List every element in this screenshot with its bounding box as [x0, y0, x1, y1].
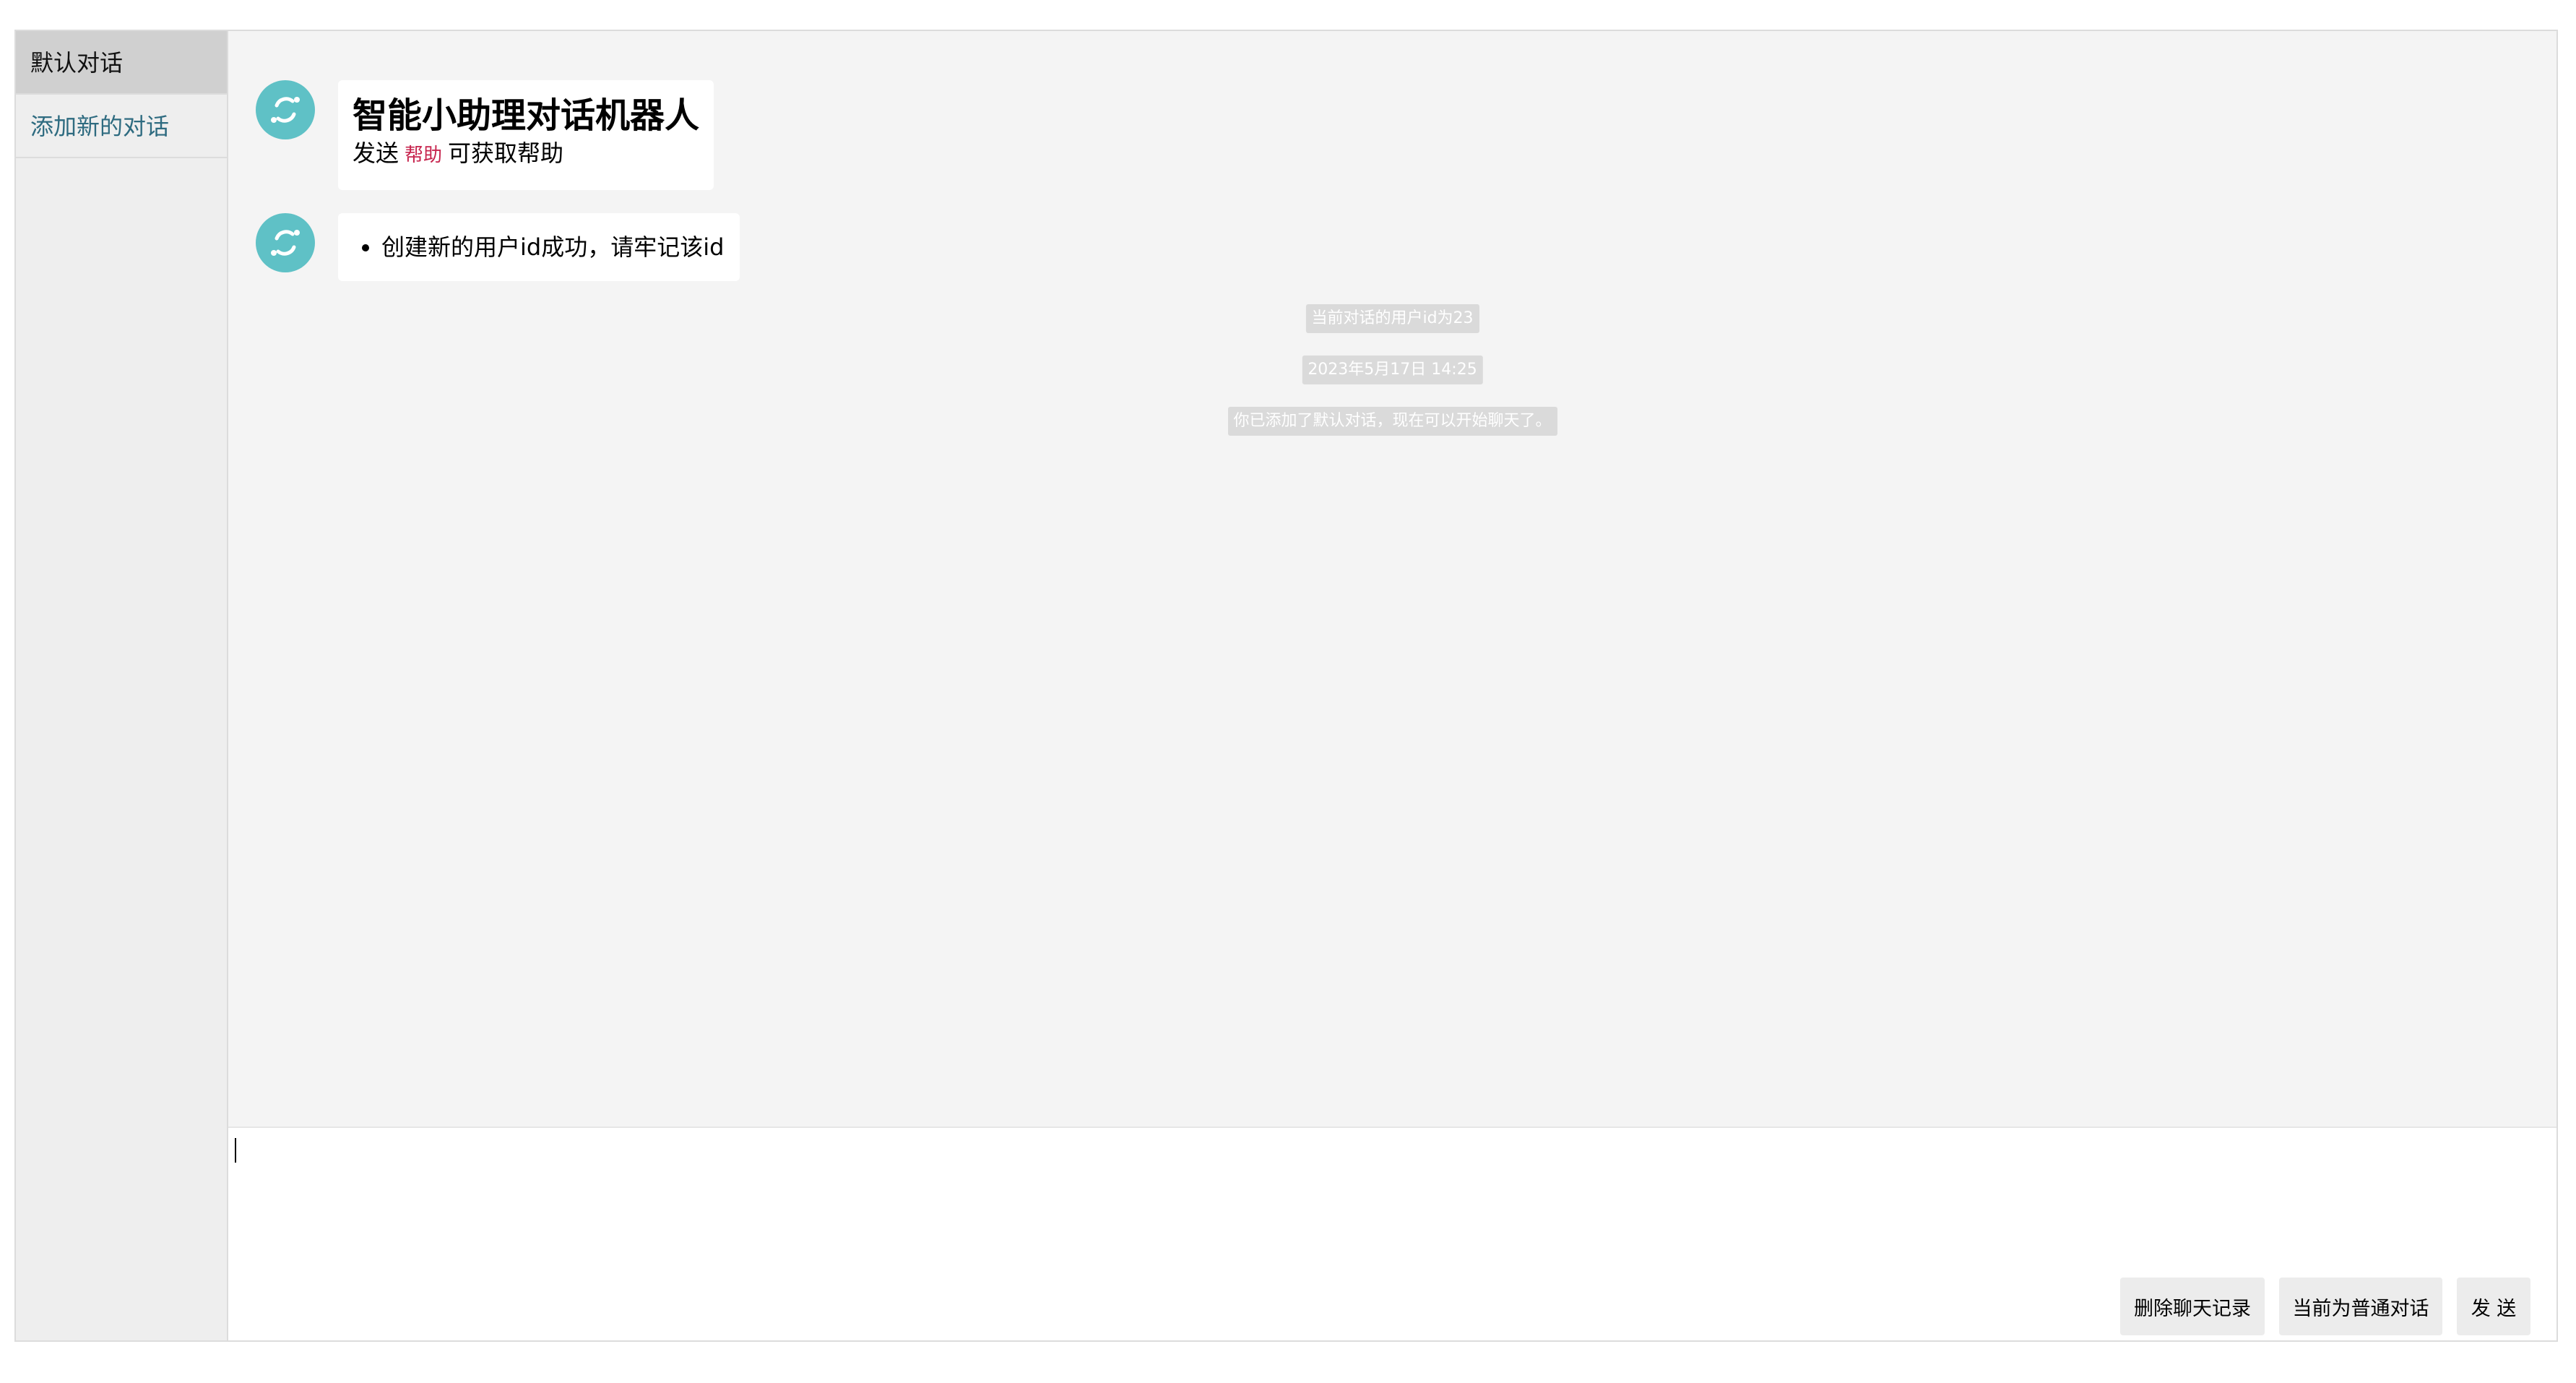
help-hint: 发送 帮助 可获取帮助: [353, 137, 699, 172]
sync-icon: [271, 230, 300, 256]
bot-avatar: [256, 80, 315, 139]
sidebar-item-default-chat[interactable]: 默认对话: [16, 31, 227, 95]
sync-icon: [271, 97, 300, 123]
help-hint-suffix: 可获取帮助: [448, 139, 564, 167]
sidebar-item-add-chat[interactable]: 添加新的对话: [16, 95, 227, 158]
system-notice-timestamp: 2023年5月17日 14:25: [1302, 356, 1483, 384]
message-bubble: 创建新的用户id成功，请牢记该id: [338, 213, 740, 281]
bot-message: 智能小助理对话机器人 发送 帮助 可获取帮助: [256, 80, 714, 190]
help-command: 帮助: [405, 145, 443, 166]
message-list: 创建新的用户id成功，请牢记该id: [353, 228, 725, 267]
message-input[interactable]: [228, 1128, 2556, 1272]
help-hint-prefix: 发送: [353, 139, 399, 167]
sidebar: 默认对话 添加新的对话: [16, 31, 228, 1340]
delete-history-button[interactable]: 删除聊天记录: [2120, 1278, 2265, 1335]
chat-mode-button[interactable]: 当前为普通对话: [2279, 1278, 2442, 1335]
bot-message: 创建新的用户id成功，请牢记该id: [256, 213, 740, 281]
chat-messages: 智能小助理对话机器人 发送 帮助 可获取帮助 • 创建新的用户id成功，请牢记该…: [228, 31, 2556, 1126]
message-bubble: 智能小助理对话机器人 发送 帮助 可获取帮助: [338, 80, 714, 190]
system-notice-chat-added: 你已添加了默认对话，现在可以开始聊天了。: [1227, 407, 1557, 436]
text-caret: [235, 1138, 236, 1163]
main-panel: 智能小助理对话机器人 发送 帮助 可获取帮助 • 创建新的用户id成功，请牢记该…: [228, 31, 2556, 1340]
system-notice-user-id: 当前对话的用户id为23: [1305, 304, 1479, 333]
input-area: 删除聊天记录 当前为普通对话 发 送: [228, 1126, 2556, 1340]
list-item: 创建新的用户id成功，请牢记该id: [381, 228, 725, 267]
chat-app: 默认对话 添加新的对话 智能小助理对话机器人 发送 帮助 可获取帮助 • 创建新…: [14, 30, 2558, 1342]
bot-title: 智能小助理对话机器人: [353, 95, 700, 136]
send-button[interactable]: 发 送: [2457, 1278, 2530, 1335]
bot-avatar: [256, 213, 315, 272]
